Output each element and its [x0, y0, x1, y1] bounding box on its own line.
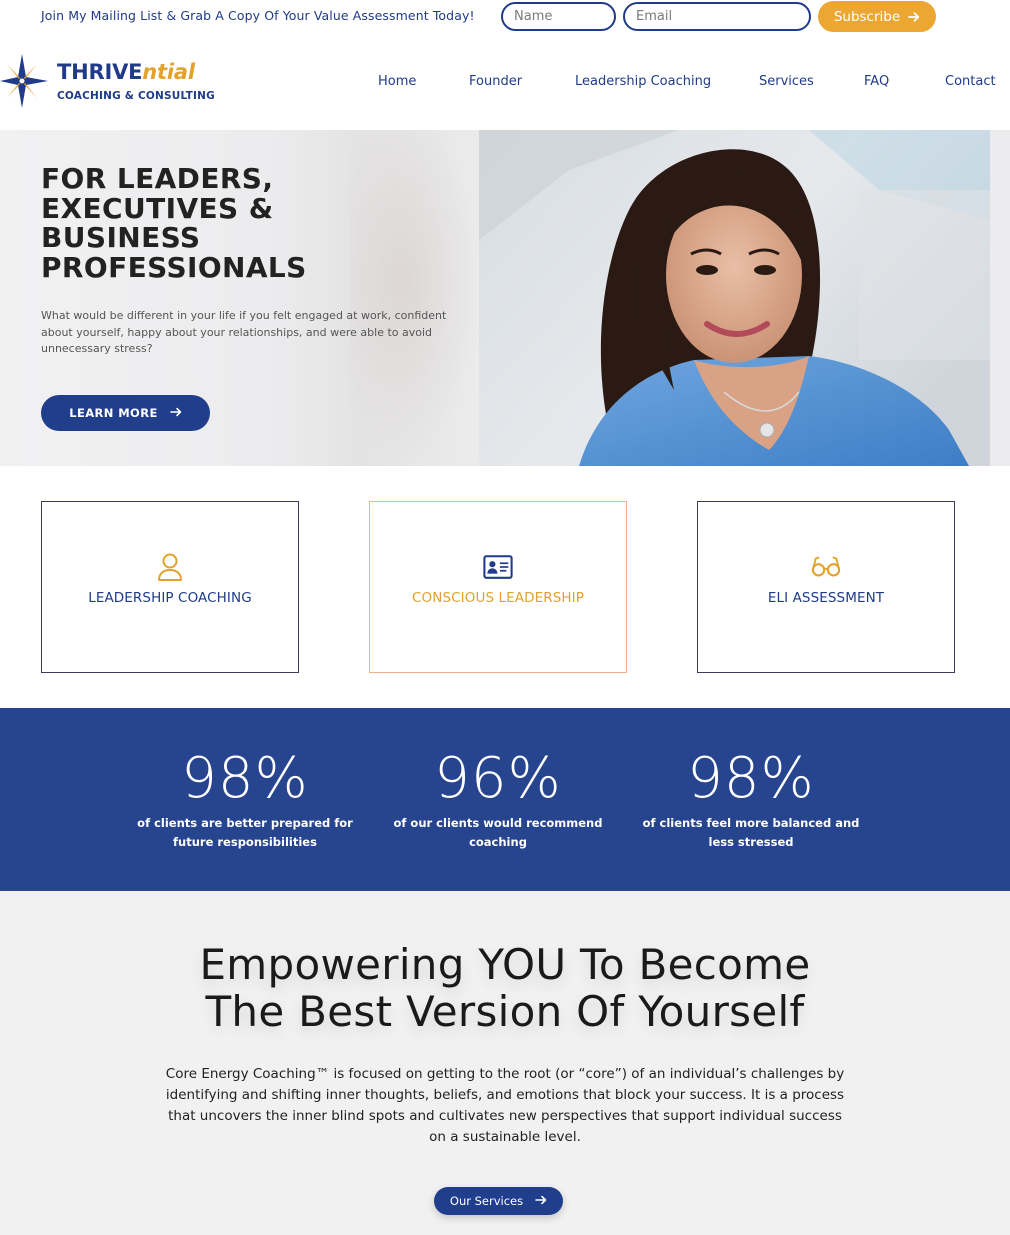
- glasses-icon: [811, 552, 841, 582]
- nav-leadership-coaching[interactable]: Leadership Coaching: [575, 74, 711, 89]
- learn-more-label: LEARN MORE: [69, 406, 158, 420]
- name-input[interactable]: [501, 2, 616, 31]
- nav-contact[interactable]: Contact: [945, 74, 996, 89]
- stat-caption: of clients feel more balanced and less s…: [642, 816, 860, 849]
- email-input[interactable]: [623, 2, 811, 31]
- empower-section: Empowering YOU To Become The Best Versio…: [0, 891, 1010, 1235]
- user-icon: [155, 552, 185, 582]
- nav-home[interactable]: Home: [378, 74, 416, 89]
- logo-wordmark-accent: ntial: [142, 60, 195, 84]
- stat-value: 98%: [687, 746, 815, 811]
- stats-band: 98% of clients are better prepared for f…: [0, 708, 1010, 891]
- logo-wordmark: THRIVEntial: [57, 60, 195, 84]
- card-leadership-coaching[interactable]: LEADERSHIP COACHING: [41, 501, 299, 673]
- nav-services[interactable]: Services: [759, 74, 814, 89]
- empower-heading: Empowering YOU To Become The Best Versio…: [0, 941, 1010, 1035]
- compass-star-icon: [0, 54, 48, 108]
- hero-heading: FOR LEADERS, EXECUTIVES & BUSINESS PROFE…: [41, 162, 307, 284]
- subscribe-button[interactable]: Subscribe: [818, 1, 936, 32]
- hero-body: What would be different in your life if …: [41, 309, 447, 355]
- mailing-list-bar: Join My Mailing List & Grab A Copy Of Yo…: [0, 0, 1010, 34]
- empower-heading-line2: The Best Version Of Yourself: [205, 987, 805, 1036]
- nav-founder[interactable]: Founder: [469, 74, 522, 89]
- stat-balanced: 98% of clients feel more balanced and le…: [631, 746, 871, 852]
- stat-value: 96%: [434, 746, 562, 811]
- id-card-icon: [483, 552, 513, 582]
- subscribe-label: Subscribe: [833, 8, 901, 25]
- card-conscious-leadership[interactable]: CONSCIOUS LEADERSHIP: [369, 501, 627, 673]
- our-services-label: Our Services: [449, 1194, 524, 1208]
- hero-section: FOR LEADERS, EXECUTIVES & BUSINESS PROFE…: [0, 130, 1010, 466]
- stat-caption: of our clients would recommend coaching: [393, 816, 603, 849]
- empower-heading-line1: Empowering YOU To Become: [199, 940, 811, 989]
- empower-body: Core Energy Coaching™ is focused on gett…: [165, 1066, 845, 1145]
- stat-recommend: 96% of our clients would recommend coach…: [378, 746, 618, 852]
- arrow-right-icon: [535, 1194, 547, 1208]
- nav-faq[interactable]: FAQ: [864, 74, 889, 89]
- learn-more-button[interactable]: LEARN MORE: [41, 395, 210, 431]
- stat-prepared: 98% of clients are better prepared for f…: [125, 746, 365, 852]
- site-header: THRIVEntial COACHING & CONSULTING Home F…: [0, 34, 1010, 130]
- card-label: ELI ASSESSMENT: [767, 590, 885, 606]
- arrow-right-icon: [908, 11, 920, 23]
- card-label: CONSCIOUS LEADERSHIP: [412, 590, 584, 606]
- logo-wordmark-main: THRIVE: [57, 60, 143, 84]
- site-logo[interactable]: THRIVEntial COACHING & CONSULTING: [0, 50, 215, 114]
- logo-tagline: COACHING & CONSULTING: [57, 90, 215, 102]
- founder-portrait-photo: [479, 130, 990, 466]
- arrow-right-icon: [169, 406, 182, 420]
- card-label: LEADERSHIP COACHING: [88, 590, 252, 606]
- our-services-button[interactable]: Our Services: [434, 1187, 563, 1215]
- stat-caption: of clients are better prepared for futur…: [137, 816, 353, 849]
- stat-value: 98%: [181, 746, 309, 811]
- card-eli-assessment[interactable]: ELI ASSESSMENT: [697, 501, 955, 673]
- mailing-list-promo: Join My Mailing List & Grab A Copy Of Yo…: [41, 8, 475, 23]
